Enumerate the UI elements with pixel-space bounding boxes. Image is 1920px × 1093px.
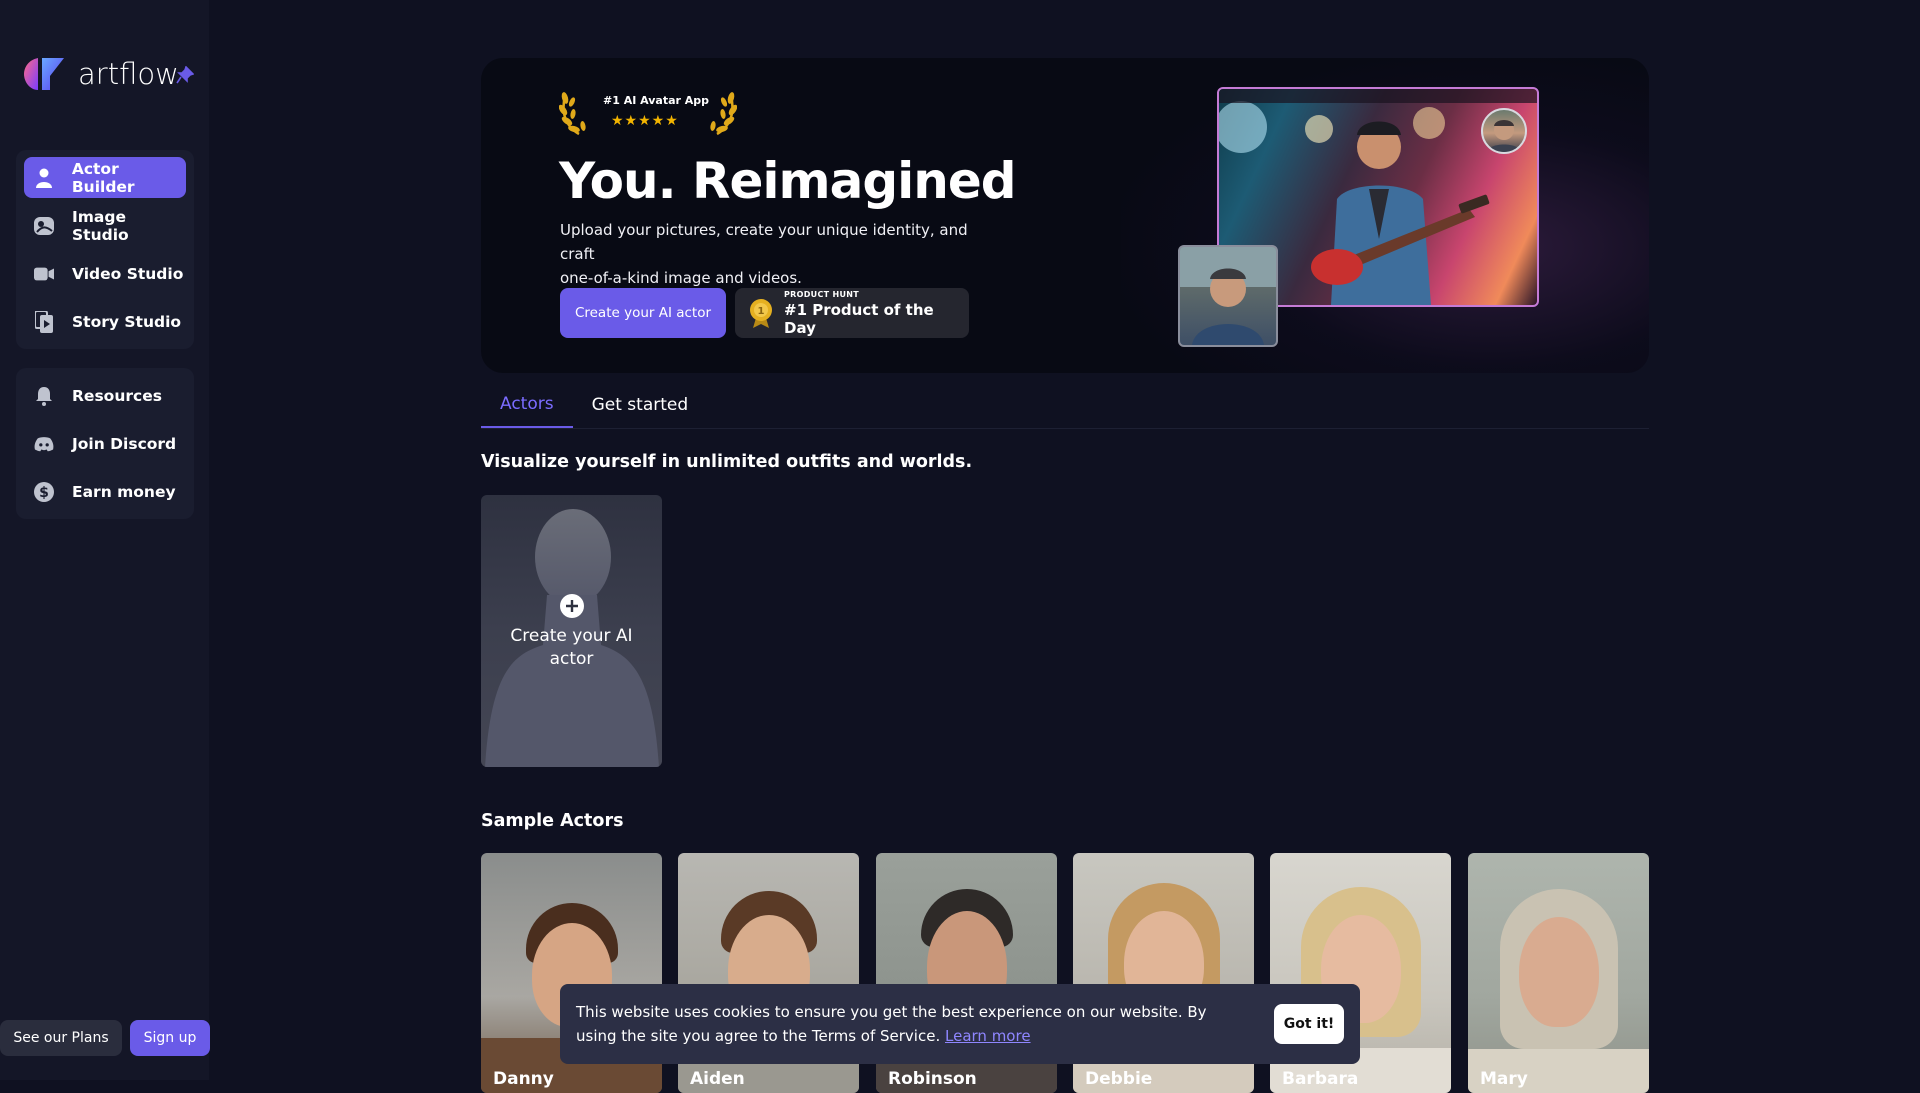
svg-text:$: $ bbox=[39, 485, 49, 501]
actor-name: Danny bbox=[493, 1069, 554, 1089]
actor-name: Robinson bbox=[888, 1069, 977, 1089]
tab-actors[interactable]: Actors bbox=[481, 382, 573, 428]
award-title: #1 AI Avatar App bbox=[603, 94, 710, 107]
bell-icon bbox=[34, 386, 54, 406]
dollar-icon: $ bbox=[34, 481, 54, 502]
secondary-nav: Resources Join Discord $ Earn money bbox=[16, 368, 194, 519]
actor-face bbox=[1518, 917, 1599, 1027]
award-stars: ★★★★★ bbox=[611, 113, 679, 129]
svg-text:1: 1 bbox=[758, 306, 765, 317]
sidebar-item-resources[interactable]: Resources bbox=[24, 375, 186, 416]
hero-title: You. Reimagined bbox=[559, 152, 1017, 210]
sample-actors-heading: Sample Actors bbox=[481, 811, 624, 831]
medal-icon: 1 bbox=[748, 298, 774, 328]
actors-heading: Visualize yourself in unlimited outfits … bbox=[481, 452, 973, 472]
sidebar-item-label: Image Studio bbox=[72, 207, 129, 244]
sidebar: artflow Actor Builder Image Studio Video… bbox=[0, 0, 210, 1080]
primary-nav: Actor Builder Image Studio Video Studio … bbox=[16, 150, 194, 349]
hero-banner: #1 AI Avatar App ★★★★★ You. Reimagined U… bbox=[481, 58, 1649, 373]
sidebar-item-label: Resources bbox=[72, 386, 162, 405]
artflow-logo-icon bbox=[24, 56, 64, 92]
hero-subtitle-line1: Upload your pictures, create your unique… bbox=[560, 221, 968, 263]
story-icon bbox=[34, 310, 54, 333]
content-tabs: Actors Get started bbox=[481, 382, 707, 428]
tab-get-started[interactable]: Get started bbox=[573, 382, 708, 428]
hero-subtitle: Upload your pictures, create your unique… bbox=[560, 218, 980, 290]
hero-subtitle-line2: one-of-a-kind image and videos. bbox=[560, 269, 802, 287]
see-plans-button[interactable]: See our Plans bbox=[0, 1020, 122, 1056]
create-ai-actor-label: Create your AI actor bbox=[481, 625, 662, 671]
sidebar-item-image-studio[interactable]: Image Studio bbox=[24, 205, 186, 246]
product-of-day-label: #1 Product of the Day bbox=[784, 300, 934, 337]
video-camera-icon bbox=[34, 264, 54, 284]
create-ai-actor-card[interactable]: Create your AI actor bbox=[481, 495, 662, 767]
logo[interactable]: artflow bbox=[24, 56, 179, 92]
app-name: artflow bbox=[78, 57, 179, 91]
pin-icon[interactable] bbox=[176, 65, 195, 84]
sign-up-button[interactable]: Sign up bbox=[130, 1020, 210, 1056]
cookie-banner: This website uses cookies to ensure you … bbox=[560, 984, 1360, 1064]
actor-name: Debbie bbox=[1085, 1069, 1153, 1089]
sidebar-item-story-studio[interactable]: Story Studio bbox=[24, 301, 186, 342]
sidebar-item-actor-builder[interactable]: Actor Builder bbox=[24, 157, 186, 198]
image-studio-icon bbox=[34, 216, 54, 236]
hero-source-photo bbox=[1178, 245, 1278, 347]
create-ai-actor-button[interactable]: Create your AI actor bbox=[560, 288, 726, 338]
person-icon bbox=[34, 168, 54, 188]
cookie-text: This website uses cookies to ensure you … bbox=[576, 1003, 1207, 1045]
sidebar-item-label: Video Studio bbox=[72, 264, 184, 283]
sidebar-item-video-studio[interactable]: Video Studio bbox=[24, 253, 186, 294]
create-card-line2: actor bbox=[549, 649, 594, 669]
sidebar-item-join-discord[interactable]: Join Discord bbox=[24, 423, 186, 464]
actor-name: Mary bbox=[1480, 1069, 1528, 1089]
sidebar-item-label: Story Studio bbox=[72, 312, 182, 331]
laurel-icon bbox=[558, 92, 738, 136]
award-badge: #1 AI Avatar App ★★★★★ bbox=[558, 84, 738, 138]
sidebar-item-label: Actor Builder bbox=[71, 159, 135, 196]
sidebar-item-earn-money[interactable]: $ Earn money bbox=[24, 471, 186, 512]
actor-name: Aiden bbox=[690, 1069, 745, 1089]
cookie-message: This website uses cookies to ensure you … bbox=[576, 1000, 1226, 1048]
hero-avatar-image bbox=[1481, 108, 1527, 154]
actor-name: Barbara bbox=[1282, 1069, 1359, 1089]
learn-more-link[interactable]: Learn more bbox=[945, 1027, 1031, 1045]
actor-card-mary[interactable]: Mary bbox=[1468, 853, 1649, 1093]
sidebar-footer: See our Plans Sign up bbox=[0, 1020, 210, 1056]
create-card-line1: Create your AI bbox=[510, 626, 633, 646]
plus-icon bbox=[559, 593, 585, 619]
got-it-button[interactable]: Got it! bbox=[1274, 1004, 1344, 1044]
product-hunt-badge[interactable]: 1 PRODUCT HUNT #1 Product of the Day bbox=[735, 288, 969, 338]
tabs-divider bbox=[481, 428, 1649, 429]
sidebar-item-label: Earn money bbox=[72, 482, 176, 501]
discord-icon bbox=[34, 434, 54, 454]
sidebar-item-label: Join Discord bbox=[72, 434, 177, 453]
product-hunt-label: PRODUCT HUNT bbox=[784, 289, 860, 299]
